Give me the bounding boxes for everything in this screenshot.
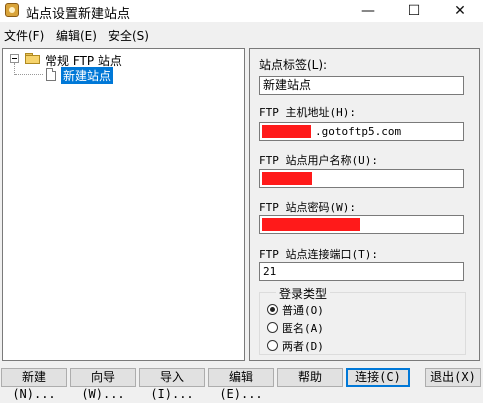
exit-button[interactable]: 退出(X)	[425, 368, 481, 387]
host-input[interactable]: .gotoftp5.com	[259, 122, 464, 141]
username-caption: FTP 站点用户名称(U):	[259, 154, 378, 167]
new-button[interactable]: 新建(N)...	[1, 368, 67, 401]
app-icon	[5, 3, 19, 17]
maximize-button[interactable]: ☐	[391, 0, 437, 22]
host-value: .gotoftp5.com	[315, 125, 402, 138]
wizard-button[interactable]: 向导(W)...	[70, 368, 136, 401]
import-button[interactable]: 导入(I)...	[139, 368, 205, 401]
close-button[interactable]: ✕	[437, 0, 483, 22]
menu-edit[interactable]: 编辑(E)	[56, 27, 97, 44]
title-bar: 站点设置新建站点 — ☐ ✕	[0, 0, 483, 22]
radio-both-label[interactable]: 两者(D)	[282, 338, 324, 354]
radio-normal[interactable]	[267, 304, 278, 315]
radio-both[interactable]	[267, 340, 278, 351]
menu-file[interactable]: 文件(F)	[4, 27, 44, 44]
radio-normal-label[interactable]: 普通(O)	[282, 302, 324, 318]
redaction-mask	[262, 172, 312, 185]
radio-anonymous-label[interactable]: 匿名(A)	[282, 320, 324, 336]
folder-icon	[25, 53, 40, 64]
help-button[interactable]: 帮助	[277, 368, 343, 387]
password-input[interactable]	[259, 215, 464, 234]
port-caption: FTP 站点连接端口(T):	[259, 248, 378, 261]
redaction-mask	[262, 218, 360, 231]
login-type-title: 登录类型	[276, 285, 331, 302]
window-title: 站点设置新建站点	[26, 7, 131, 22]
tree-connector	[15, 74, 43, 75]
password-caption: FTP 站点密码(W):	[259, 201, 356, 214]
site-label-caption: 站点标签(L):	[259, 58, 328, 72]
site-tree[interactable]: 常规 FTP 站点 新建站点	[2, 48, 245, 361]
redaction-mask	[262, 125, 311, 138]
site-settings-panel: 站点标签(L): 新建站点 FTP 主机地址(H): .gotoftp5.com…	[249, 48, 480, 361]
radio-anonymous[interactable]	[267, 322, 278, 333]
collapse-icon[interactable]	[10, 54, 19, 63]
menu-bar: 文件(F) 编辑(E) 安全(S)	[0, 25, 483, 45]
site-label-input[interactable]: 新建站点	[259, 76, 464, 95]
username-input[interactable]	[259, 169, 464, 188]
menu-security[interactable]: 安全(S)	[108, 27, 149, 44]
port-input[interactable]: 21	[259, 262, 464, 281]
document-icon	[46, 68, 56, 81]
tree-item-new-site[interactable]: 新建站点	[61, 67, 114, 84]
login-type-group: 登录类型 普通(O) 匿名(A) 两者(D)	[259, 285, 466, 355]
host-caption: FTP 主机地址(H):	[259, 106, 356, 119]
connect-button[interactable]: 连接(C)	[346, 368, 410, 387]
minimize-button[interactable]: —	[345, 0, 391, 22]
edit-button[interactable]: 编辑(E)...	[208, 368, 274, 401]
